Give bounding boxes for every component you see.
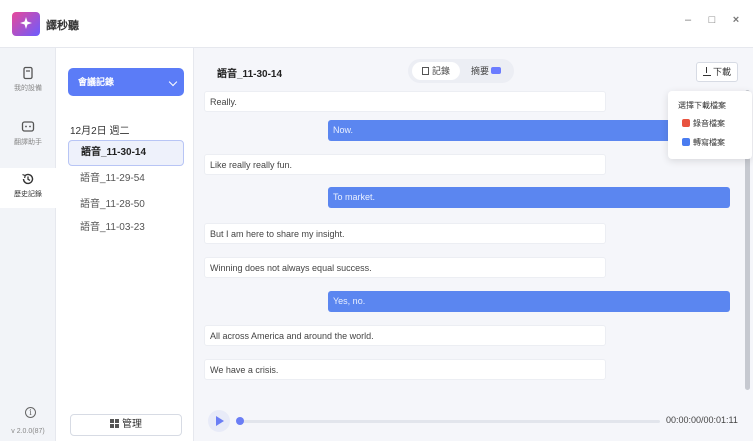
rail-item-my-devices[interactable]: 我的設備 bbox=[0, 66, 56, 100]
manage-label: 管理 bbox=[122, 419, 142, 430]
audio-option-label: 錄音檔案 bbox=[693, 119, 725, 128]
title-bar: 譯秒聽 – □ × bbox=[0, 0, 753, 48]
download-menu: 選擇下載檔案 錄音檔案 轉寫檔案 bbox=[668, 91, 752, 159]
minimize-button[interactable]: – bbox=[680, 14, 696, 26]
view-tabs: 記錄 摘要 bbox=[408, 59, 514, 83]
audio-player: 00:00:00/00:01:11 bbox=[194, 403, 753, 441]
rail-item-label: 翻譯助手 bbox=[14, 139, 42, 146]
transcript-bubble[interactable]: But I am here to share my insight. bbox=[204, 223, 606, 244]
download-menu-title: 選擇下載檔案 bbox=[678, 101, 726, 110]
tab-record-label: 記錄 bbox=[431, 66, 450, 76]
ai-badge-icon bbox=[491, 67, 501, 74]
document-icon bbox=[421, 67, 429, 75]
device-icon bbox=[23, 66, 33, 80]
app-title: 譯秒聽 bbox=[46, 20, 79, 32]
transcript-bubble[interactable]: Like really really fun. bbox=[204, 154, 606, 175]
transcript-bubble[interactable]: Winning does not always equal success. bbox=[204, 257, 606, 278]
playback-time: 00:00:00/00:01:11 bbox=[666, 415, 738, 425]
record-item[interactable]: 語音_11-29-54 bbox=[68, 166, 184, 192]
close-button[interactable]: × bbox=[728, 14, 744, 26]
download-button[interactable]: 下載 bbox=[696, 62, 738, 82]
manage-button[interactable]: 管理 bbox=[70, 414, 182, 436]
info-icon[interactable]: i bbox=[25, 407, 36, 418]
progress-track[interactable] bbox=[238, 420, 660, 423]
tab-summary[interactable]: 摘要 bbox=[462, 62, 510, 80]
record-list-panel: 會議記錄 12月2日 週二 語音_11-30-14 語音_11-29-54 語音… bbox=[56, 48, 194, 441]
rail-item-translate-assistant[interactable]: 翻譯助手 bbox=[0, 120, 56, 154]
rail-item-history[interactable]: 歷史記錄 bbox=[0, 168, 56, 208]
maximize-button[interactable]: □ bbox=[704, 14, 720, 26]
audio-file-icon bbox=[682, 119, 690, 127]
transcript-bubble[interactable]: Really. bbox=[204, 91, 606, 112]
history-icon bbox=[22, 173, 34, 185]
transcript-option-label: 轉寫檔案 bbox=[693, 138, 725, 147]
nav-rail: 我的設備 翻譯助手 歷史記錄 i v 2.0.0(87) bbox=[0, 48, 56, 441]
record-item[interactable]: 語音_11-30-14 bbox=[68, 140, 184, 166]
record-item[interactable]: 語音_11-03-23 bbox=[68, 215, 184, 241]
transcript-bubble[interactable]: To market. bbox=[328, 187, 730, 208]
transcript-bubble[interactable]: We have a crisis. bbox=[204, 359, 606, 380]
meeting-record-dropdown[interactable]: 會議記錄 bbox=[68, 68, 184, 96]
rail-item-label: 歷史記錄 bbox=[14, 191, 42, 198]
transcript-file-icon bbox=[682, 138, 690, 146]
translate-assistant-icon bbox=[21, 121, 35, 132]
version-label: v 2.0.0(87) bbox=[11, 428, 45, 435]
progress-knob[interactable] bbox=[236, 417, 244, 425]
download-audio-option[interactable]: 錄音檔案 bbox=[682, 118, 725, 129]
chevron-down-icon bbox=[168, 77, 178, 87]
download-label: 下載 bbox=[712, 67, 731, 77]
tab-summary-label: 摘要 bbox=[470, 66, 489, 76]
download-transcript-option[interactable]: 轉寫檔案 bbox=[682, 137, 725, 148]
transcript-bubble[interactable]: All across America and around the world. bbox=[204, 325, 606, 346]
app-logo-icon bbox=[12, 12, 40, 36]
tab-record[interactable]: 記錄 bbox=[412, 62, 460, 80]
transcript-bubble[interactable]: Yes, no. bbox=[328, 291, 730, 312]
record-title: 語音_11-30-14 bbox=[217, 69, 283, 80]
grid-icon bbox=[110, 419, 119, 428]
date-group-label: 12月2日 週二 bbox=[70, 126, 130, 137]
rail-item-label: 我的設備 bbox=[14, 85, 42, 92]
transcript-area: 語音_11-30-14 記錄 摘要 下載 Really. Now. Like r… bbox=[194, 48, 753, 441]
play-button[interactable] bbox=[208, 410, 230, 432]
dropdown-label: 會議記錄 bbox=[78, 77, 115, 87]
download-icon bbox=[702, 67, 711, 76]
